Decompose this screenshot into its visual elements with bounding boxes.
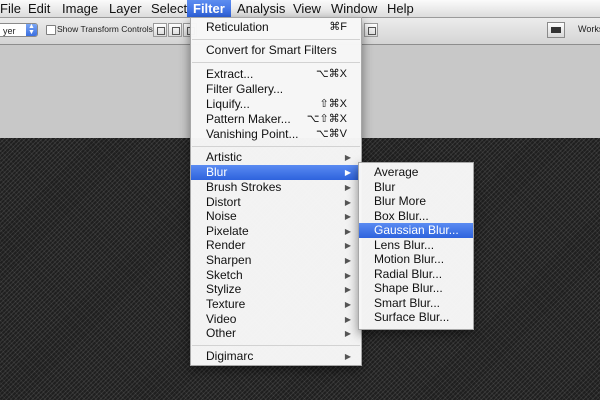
submenu-arrow-icon: ▶ — [344, 271, 351, 280]
menu-item-label: Video — [206, 312, 237, 326]
menu-item-label: Noise — [206, 209, 237, 223]
submenu-arrow-icon: ▶ — [344, 183, 351, 192]
submenu-arrow-icon: ▶ — [344, 285, 351, 294]
blur-submenu: Average Blur Blur More Box Blur... Gauss… — [358, 162, 474, 330]
separator — [192, 345, 360, 346]
submenu-arrow-icon: ▶ — [344, 329, 351, 338]
menu-item-vanishing-point[interactable]: Vanishing Point... ⌥⌘V — [191, 127, 361, 142]
menu-item-pattern-maker[interactable]: Pattern Maker... ⌥⇧⌘X — [191, 112, 361, 127]
menu-item-pixelate[interactable]: Pixelate ▶ — [191, 224, 361, 239]
menu-item-label: Stylize — [206, 282, 242, 296]
menu-item-label: Pattern Maker... — [206, 112, 291, 126]
menu-item-stylize[interactable]: Stylize ▶ — [191, 282, 361, 297]
menu-item-other[interactable]: Other ▶ — [191, 326, 361, 341]
menu-item-average[interactable]: Average — [359, 165, 473, 180]
separator — [192, 146, 360, 147]
separator — [192, 62, 360, 63]
menu-item-liquify[interactable]: Liquify... ⇧⌘X — [191, 97, 361, 112]
menu-item-label: Sketch — [206, 268, 243, 282]
menu-filter[interactable]: Filter — [187, 0, 231, 17]
menu-analysis[interactable]: Analysis — [231, 0, 291, 17]
menu-item-artistic[interactable]: Artistic ▶ — [191, 150, 361, 165]
menu-item-convert-smart-filters[interactable]: Convert for Smart Filters — [191, 43, 361, 58]
menu-item-blur-basic[interactable]: Blur — [359, 180, 473, 195]
submenu-arrow-icon: ▶ — [344, 315, 351, 324]
menu-item-label: Other — [206, 326, 237, 340]
submenu-arrow-icon: ▶ — [344, 300, 351, 309]
menu-item-label: Render — [206, 238, 246, 252]
submenu-arrow-icon: ▶ — [344, 198, 351, 207]
menu-item-label: Vanishing Point... — [206, 127, 299, 141]
shortcut-label: ⌥⌘V — [315, 128, 347, 140]
shortcut-label: ⇧⌘X — [319, 98, 347, 110]
align-middle-icon[interactable] — [168, 23, 182, 37]
menu-item-label: Pixelate — [206, 224, 249, 238]
filter-menu: Reticulation ⌘F Convert for Smart Filter… — [190, 17, 362, 366]
menu-item-label: Sharpen — [206, 253, 252, 267]
menu-item-brush-strokes[interactable]: Brush Strokes ▶ — [191, 180, 361, 195]
shortcut-label: ⌥⇧⌘X — [306, 113, 347, 125]
stepper-arrows-icon: ▲ ▼ — [26, 23, 37, 36]
menu-edit[interactable]: Edit — [22, 0, 56, 17]
menu-item-smart-blur[interactable]: Smart Blur... — [359, 296, 473, 311]
menu-window[interactable]: Window — [325, 0, 383, 17]
menu-item-sketch[interactable]: Sketch ▶ — [191, 268, 361, 283]
menu-item-extract[interactable]: Extract... ⌥⌘X — [191, 67, 361, 82]
separator — [192, 39, 360, 40]
menu-item-radial-blur[interactable]: Radial Blur... — [359, 267, 473, 282]
menu-item-reticulation[interactable]: Reticulation ⌘F — [191, 20, 361, 35]
submenu-arrow-icon: ▶ — [344, 352, 351, 361]
menu-item-noise[interactable]: Noise ▶ — [191, 209, 361, 224]
distribute-icon[interactable] — [364, 23, 378, 37]
menu-item-label: Texture — [206, 297, 246, 311]
menu-image[interactable]: Image — [56, 0, 104, 17]
shortcut-label: ⌘F — [329, 21, 347, 33]
menu-item-render[interactable]: Render ▶ — [191, 238, 361, 253]
menu-help[interactable]: Help — [381, 0, 420, 17]
menu-item-lens-blur[interactable]: Lens Blur... — [359, 238, 473, 253]
menu-item-label: Digimarc — [206, 349, 254, 363]
menu-item-label: Filter Gallery... — [206, 82, 284, 96]
workspace-label[interactable]: Works — [578, 24, 600, 34]
submenu-arrow-icon: ▶ — [344, 212, 351, 221]
show-transform-checkbox[interactable] — [46, 25, 56, 35]
menu-item-blur-more[interactable]: Blur More — [359, 194, 473, 209]
panel-toggle-icon[interactable] — [547, 22, 565, 38]
submenu-arrow-icon: ▶ — [344, 153, 351, 162]
submenu-arrow-icon: ▶ — [344, 227, 351, 236]
menu-layer[interactable]: Layer — [103, 0, 148, 17]
menu-item-digimarc[interactable]: Digimarc ▶ — [191, 349, 361, 364]
menu-item-label: Liquify... — [206, 97, 250, 111]
menu-item-motion-blur[interactable]: Motion Blur... — [359, 252, 473, 267]
menu-item-box-blur[interactable]: Box Blur... — [359, 209, 473, 224]
submenu-arrow-icon: ▶ — [344, 256, 351, 265]
menu-item-label: Brush Strokes — [206, 180, 282, 194]
submenu-arrow-icon: ▶ — [344, 168, 351, 177]
align-top-icon[interactable] — [153, 23, 167, 37]
auto-select-value: yer — [3, 26, 16, 36]
menu-item-blur[interactable]: Blur ▶ — [191, 165, 361, 180]
menu-item-label: Distort — [206, 195, 241, 209]
menu-item-shape-blur[interactable]: Shape Blur... — [359, 281, 473, 296]
submenu-arrow-icon: ▶ — [344, 241, 351, 250]
menu-view[interactable]: View — [287, 0, 327, 17]
menu-item-gaussian-blur[interactable]: Gaussian Blur... — [359, 223, 473, 238]
menu-item-video[interactable]: Video ▶ — [191, 312, 361, 327]
shortcut-label: ⌥⌘X — [315, 68, 347, 80]
menu-item-texture[interactable]: Texture ▶ — [191, 297, 361, 312]
menu-item-surface-blur[interactable]: Surface Blur... — [359, 310, 473, 325]
menu-item-label: Reticulation — [206, 20, 269, 34]
menu-select[interactable]: Select — [145, 0, 193, 17]
menu-item-label: Artistic — [206, 150, 242, 164]
menu-item-label: Blur — [206, 165, 228, 179]
menu-item-label: Extract... — [206, 67, 254, 81]
show-transform-label: Show Transform Controls — [57, 24, 153, 34]
menu-item-sharpen[interactable]: Sharpen ▶ — [191, 253, 361, 268]
menu-item-distort[interactable]: Distort ▶ — [191, 195, 361, 210]
menu-bar: File Edit Image Layer Select Filter Anal… — [0, 0, 600, 18]
menu-item-filter-gallery[interactable]: Filter Gallery... — [191, 82, 361, 97]
auto-select-dropdown[interactable]: yer ▲ ▼ — [0, 23, 38, 37]
